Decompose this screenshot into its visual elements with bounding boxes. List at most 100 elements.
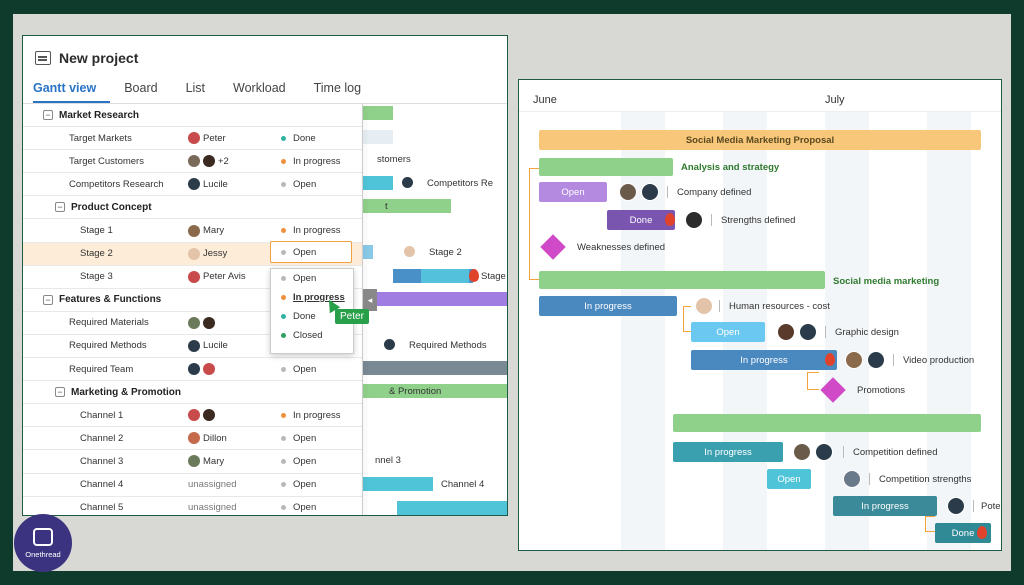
assignee[interactable]: Lucile bbox=[188, 178, 228, 191]
status[interactable]: In progress bbox=[281, 156, 341, 167]
avatar bbox=[383, 338, 396, 351]
status[interactable]: Open bbox=[281, 179, 316, 190]
collapse-icon[interactable]: − bbox=[55, 387, 65, 398]
status[interactable]: Open bbox=[281, 456, 316, 467]
gantt-bar bbox=[363, 176, 393, 190]
status[interactable]: In progress bbox=[281, 410, 341, 421]
assignee[interactable]: unassigned bbox=[188, 502, 237, 513]
separator bbox=[711, 214, 712, 226]
avatar bbox=[685, 211, 703, 229]
task-row[interactable]: Competitors Research Lucile Open bbox=[23, 173, 363, 197]
analysis-bar[interactable] bbox=[539, 158, 673, 176]
collapse-icon[interactable]: − bbox=[43, 110, 53, 121]
avatar bbox=[867, 351, 885, 369]
assignee[interactable]: Mary bbox=[188, 455, 224, 468]
task-row[interactable]: Channel 3 Mary Open bbox=[23, 450, 363, 474]
assignee[interactable]: Dillon bbox=[188, 432, 227, 445]
collapse-handle[interactable]: ◂ bbox=[363, 289, 377, 311]
competition-group-bar[interactable] bbox=[673, 414, 981, 432]
status[interactable]: Open bbox=[281, 364, 316, 375]
avatar bbox=[188, 247, 200, 260]
group-row[interactable]: − Market Research bbox=[23, 104, 363, 128]
project-icon bbox=[35, 51, 51, 65]
collapse-icon[interactable]: − bbox=[43, 294, 53, 305]
status-bar-in-progress[interactable]: In progress bbox=[673, 442, 783, 462]
status-bar-in-progress[interactable]: In progress bbox=[833, 496, 937, 516]
status-bar-open[interactable]: Open bbox=[539, 182, 607, 202]
project-header: New project bbox=[35, 50, 138, 66]
status-dot bbox=[281, 366, 286, 372]
status-option-in-progress[interactable]: In progress bbox=[271, 288, 353, 307]
task-row[interactable]: Target Markets Peter Done bbox=[23, 127, 363, 151]
assignee[interactable]: unassigned bbox=[188, 479, 237, 490]
separator bbox=[843, 446, 844, 458]
tab-time-log[interactable]: Time log bbox=[314, 81, 375, 103]
tab-workload[interactable]: Workload bbox=[233, 81, 300, 103]
tab-gantt-view[interactable]: Gantt view bbox=[33, 81, 111, 103]
status-bar-in-progress[interactable]: In progress bbox=[691, 350, 837, 370]
task-name: Channel 4 bbox=[80, 479, 124, 491]
assignee[interactable] bbox=[188, 316, 215, 329]
task-name: Required Team bbox=[69, 363, 134, 375]
status-bar-open[interactable]: Open bbox=[691, 322, 765, 342]
tab-list[interactable]: List bbox=[186, 81, 219, 103]
avatar bbox=[403, 245, 416, 258]
avatar bbox=[188, 178, 200, 191]
project-title: New project bbox=[59, 50, 139, 66]
separator bbox=[719, 300, 720, 312]
status-option-open[interactable]: Open bbox=[271, 269, 353, 288]
task-label: Weaknesses defined bbox=[577, 242, 666, 253]
task-row[interactable]: Target Customers +2 In progress bbox=[23, 150, 363, 174]
status-dot bbox=[281, 295, 286, 300]
task-row[interactable]: Channel 4 unassigned Open bbox=[23, 474, 363, 497]
task-name: Competitors Research bbox=[69, 178, 164, 190]
gantt-label: Channel 4 bbox=[441, 479, 485, 490]
proposal-bar[interactable]: Social Media Marketing Proposal bbox=[539, 130, 981, 150]
assignee[interactable]: Peter Avis bbox=[188, 270, 246, 283]
assignee[interactable]: Mary bbox=[188, 224, 224, 237]
group-row[interactable]: − Marketing & Promotion bbox=[23, 381, 363, 405]
status[interactable]: In progress bbox=[281, 225, 341, 236]
status-bar-in-progress[interactable]: In progress bbox=[539, 296, 677, 316]
status-dot bbox=[281, 333, 286, 338]
collapse-icon[interactable]: − bbox=[55, 202, 65, 213]
task-name: Channel 2 bbox=[80, 432, 124, 444]
assignee[interactable]: Peter bbox=[188, 132, 226, 145]
assignee[interactable] bbox=[188, 363, 215, 376]
milestone-diamond[interactable] bbox=[540, 234, 566, 260]
view-tabs: Gantt view Board List Workload Time log bbox=[33, 81, 389, 103]
assignee[interactable]: Jessy bbox=[188, 247, 227, 260]
status[interactable]: Open bbox=[281, 433, 316, 444]
task-row[interactable]: Stage 1 Mary In progress bbox=[23, 219, 363, 243]
task-row[interactable]: Channel 1 In progress bbox=[23, 404, 363, 428]
status-option-closed[interactable]: Closed bbox=[271, 326, 353, 345]
gantt-label: Stage 3 bbox=[481, 271, 507, 282]
tab-board[interactable]: Board bbox=[124, 81, 171, 103]
status[interactable]: Done bbox=[281, 133, 316, 144]
gantt-label: & Promotion bbox=[389, 386, 442, 397]
group-row[interactable]: − Product Concept bbox=[23, 196, 363, 220]
avatar bbox=[188, 432, 200, 445]
assignee[interactable]: +2 bbox=[188, 155, 229, 168]
avatar bbox=[188, 363, 200, 376]
gantt-bar bbox=[397, 501, 507, 515]
status[interactable]: Open bbox=[281, 479, 316, 490]
task-row[interactable]: Required Team Open bbox=[23, 358, 363, 382]
status-dot bbox=[281, 249, 286, 255]
status-bar-open[interactable]: Open bbox=[767, 469, 811, 489]
avatar bbox=[188, 455, 200, 468]
status-select[interactable]: Open bbox=[270, 241, 352, 263]
task-row[interactable]: Channel 2 Dillon Open bbox=[23, 427, 363, 451]
logo-icon bbox=[33, 527, 53, 546]
separator bbox=[667, 186, 668, 198]
gantt-list-panel: New project Gantt view Board List Worklo… bbox=[22, 35, 508, 516]
status-dot bbox=[281, 135, 286, 141]
assignee[interactable]: Lucile bbox=[188, 339, 228, 352]
assignee[interactable] bbox=[188, 409, 215, 422]
gantt-label: Stage 2 bbox=[429, 247, 462, 258]
avatar bbox=[188, 155, 200, 168]
task-row[interactable]: Channel 5 unassigned Open bbox=[23, 497, 363, 515]
social-media-bar[interactable] bbox=[539, 271, 825, 289]
status[interactable]: Open bbox=[281, 502, 316, 513]
task-label: Strengths defined bbox=[721, 215, 796, 226]
